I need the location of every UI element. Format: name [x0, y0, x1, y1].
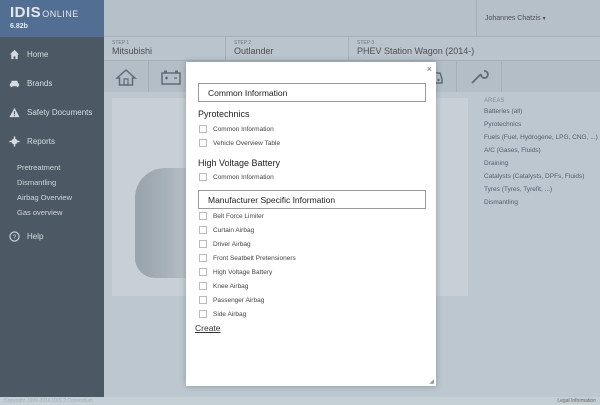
checkbox[interactable]	[199, 268, 207, 276]
checkbox[interactable]	[199, 125, 207, 133]
resize-handle-icon[interactable]: ◢	[429, 378, 434, 385]
pyrotechnics-title: Pyrotechnics	[198, 109, 250, 119]
option-label: Front Seatbelt Pretensioners	[213, 254, 296, 262]
passenger-airbag-option[interactable]: Passenger Airbag	[199, 296, 264, 304]
legal-link[interactable]: Legal Information	[557, 398, 596, 404]
option-label: Passenger Airbag	[213, 296, 265, 304]
pyro-vehicle-overview-option[interactable]: Vehicle Overview Table	[199, 139, 280, 147]
checkbox[interactable]	[199, 212, 207, 220]
report-options-modal: × Common Information Pyrotechnics Common…	[186, 62, 436, 386]
checkbox[interactable]	[199, 296, 207, 304]
checkbox[interactable]	[199, 240, 207, 248]
driver-airbag-option[interactable]: Driver Airbag	[199, 240, 251, 248]
pyro-common-information-option[interactable]: Common Information	[199, 125, 274, 133]
checkbox[interactable]	[199, 173, 207, 181]
knee-airbag-option[interactable]: Knee Airbag	[199, 282, 248, 290]
high-voltage-battery-title: High Voltage Battery	[198, 158, 281, 168]
high-voltage-battery-option[interactable]: High Voltage Battery	[199, 268, 272, 276]
checkbox[interactable]	[199, 282, 207, 290]
curtain-airbag-option[interactable]: Curtain Airbag	[199, 226, 254, 234]
option-label: Belt Force Limiter	[213, 212, 264, 220]
hv-common-information-option[interactable]: Common Information	[199, 173, 274, 181]
checkbox[interactable]	[199, 139, 207, 147]
belt-force-limiter-option[interactable]: Belt Force Limiter	[199, 212, 264, 220]
option-label: Vehicle Overview Table	[213, 139, 281, 147]
copyright: Copyright 1999-2016 IDIS 2 Consortium	[4, 398, 93, 404]
close-icon[interactable]: ×	[427, 64, 432, 74]
side-airbag-option[interactable]: Side Airbag	[199, 310, 246, 318]
checkbox[interactable]	[199, 310, 207, 318]
manufacturer-specific-header: Manufacturer Specific Information	[198, 190, 426, 209]
front-seatbelt-pretensioners-option[interactable]: Front Seatbelt Pretensioners	[199, 254, 296, 262]
footer: Copyright 1999-2016 IDIS 2 Consortium Le…	[0, 397, 600, 405]
create-link[interactable]: Create	[195, 323, 221, 333]
checkbox[interactable]	[199, 254, 207, 262]
option-label: Common Information	[213, 125, 274, 133]
option-label: High Voltage Battery	[213, 268, 273, 276]
option-label: Side Airbag	[213, 310, 247, 318]
common-information-header: Common Information	[198, 83, 426, 102]
option-label: Knee Airbag	[213, 282, 249, 290]
option-label: Driver Airbag	[213, 240, 251, 248]
checkbox[interactable]	[199, 226, 207, 234]
option-label: Common Information	[213, 173, 274, 181]
option-label: Curtain Airbag	[213, 226, 255, 234]
